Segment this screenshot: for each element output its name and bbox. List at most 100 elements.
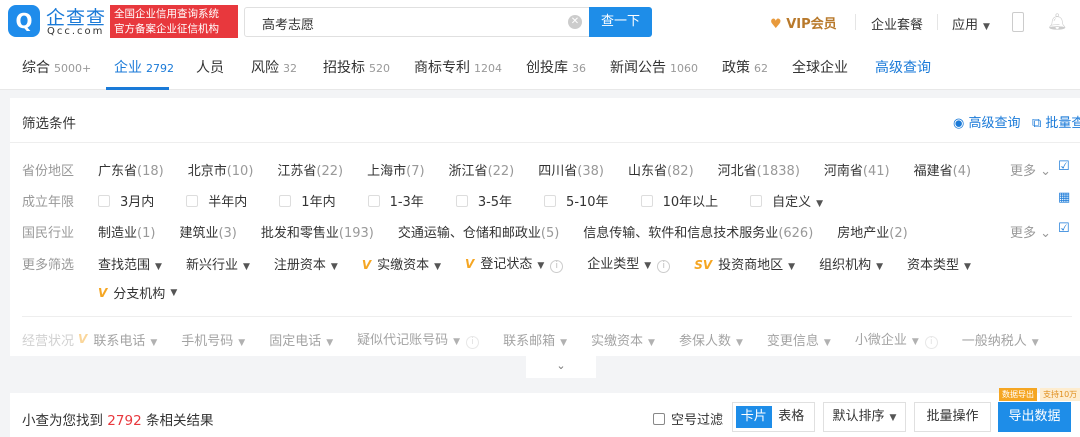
multi-select-icon[interactable]: ☑ bbox=[1058, 221, 1070, 236]
filter-dropdown[interactable]: 资本类型 ▼ bbox=[907, 254, 971, 273]
tab-1[interactable]: 综合 5000+ bbox=[22, 57, 91, 77]
option-name: 信息传输、软件和信息技术服务业 bbox=[583, 226, 779, 241]
advanced-query-link[interactable]: ◉ 高级查询 bbox=[953, 112, 1021, 131]
tab-8[interactable]: 新闻公告 1060 bbox=[610, 57, 698, 77]
filter-dropdown[interactable]: 变更信息 ▼ bbox=[767, 330, 831, 349]
filter-dropdown[interactable]: 参保人数 ▼ bbox=[679, 330, 743, 349]
filter-dropdown[interactable]: 企业类型 ▼ i bbox=[587, 253, 671, 273]
region-option[interactable]: 北京市(10) bbox=[188, 160, 254, 179]
sort-dropdown[interactable]: 默认排序 ▼ bbox=[823, 402, 906, 432]
checkbox[interactable] bbox=[367, 195, 380, 207]
industry-option[interactable]: 建筑业(3) bbox=[179, 222, 236, 241]
caret-down-icon: ▼ bbox=[560, 337, 567, 348]
clear-icon[interactable]: ✕ bbox=[568, 15, 582, 29]
calendar-icon[interactable]: ▦ bbox=[1058, 190, 1070, 205]
industry-option[interactable]: 制造业(1) bbox=[98, 222, 155, 241]
filter-name: 查找范围 bbox=[98, 257, 151, 273]
region-option[interactable]: 浙江省(22) bbox=[449, 160, 515, 179]
apps-menu[interactable]: 应用 ▼ bbox=[952, 14, 990, 33]
bell-icon[interactable]: 🔔︎ bbox=[1047, 12, 1067, 31]
tab-6[interactable]: 商标专利 1204 bbox=[414, 57, 502, 77]
caret-down-icon: ▼ bbox=[434, 261, 442, 272]
checkbox[interactable] bbox=[750, 195, 763, 207]
age-option[interactable]: 5-10年 bbox=[544, 191, 609, 210]
tab-7[interactable]: 创投库 36 bbox=[526, 57, 586, 77]
vip-link[interactable]: ♥ VIP会员 bbox=[770, 13, 837, 32]
industry-option[interactable]: 批发和零售业(193) bbox=[261, 222, 374, 241]
checkbox[interactable] bbox=[98, 195, 110, 207]
region-option[interactable]: 广东省(18) bbox=[98, 160, 164, 179]
filter-dropdown[interactable]: 手机号码 ▼ bbox=[181, 330, 245, 349]
tab-9[interactable]: 政策 62 bbox=[722, 57, 768, 77]
region-row: 省份地区 广东省(18) 北京市(10) 江苏省(22) 上海市(7) 浙江省(22) 四川… bbox=[22, 160, 971, 179]
info-icon[interactable]: i bbox=[657, 260, 671, 273]
expand-filters-button[interactable]: ⌄ bbox=[526, 356, 596, 378]
age-option[interactable]: 1-3年 bbox=[367, 191, 424, 210]
qcc-logo-icon[interactable]: Q bbox=[8, 5, 40, 37]
batch-operation-button[interactable]: 批量操作 bbox=[914, 402, 991, 432]
export-data-button[interactable]: 导出数据 bbox=[998, 402, 1071, 432]
tab-2[interactable]: 企业 2792 bbox=[114, 57, 174, 77]
filter-dropdown[interactable]: 疑似代记账号码 ▼ i bbox=[357, 329, 480, 349]
age-option[interactable]: 半年内 bbox=[186, 191, 247, 210]
table-view-button[interactable]: 表格 bbox=[772, 406, 811, 428]
region-option[interactable]: 上海市(7) bbox=[367, 160, 424, 179]
checkbox[interactable] bbox=[544, 195, 557, 207]
checkbox[interactable] bbox=[640, 195, 653, 207]
multi-select-icon[interactable]: ☑ bbox=[1058, 159, 1070, 174]
filter-dropdown[interactable]: 实缴资本 ▼ bbox=[591, 330, 655, 349]
search-button[interactable]: 查一下 bbox=[589, 7, 652, 37]
filter-dropdown[interactable]: 小微企业 ▼ i bbox=[855, 329, 938, 349]
age-option[interactable]: 1年内 bbox=[279, 191, 336, 210]
caret-down-icon: ▼ bbox=[330, 261, 338, 272]
batch-query-link[interactable]: ⧉ 批量查 bbox=[1032, 112, 1080, 131]
tab-4[interactable]: 风险 32 bbox=[251, 57, 297, 77]
region-option[interactable]: 四川省(38) bbox=[538, 160, 604, 179]
tab-5[interactable]: 招投标 520 bbox=[323, 57, 390, 77]
industry-option[interactable]: 信息传输、软件和信息技术服务业(626) bbox=[583, 222, 813, 241]
card-view-button[interactable]: 卡片 bbox=[736, 406, 772, 428]
tab-count: 36 bbox=[572, 62, 586, 75]
filter-dropdown[interactable]: 注册资本 ▼ bbox=[274, 254, 338, 273]
mobile-icon[interactable] bbox=[1012, 12, 1024, 32]
checkbox[interactable] bbox=[279, 195, 292, 207]
tab-10[interactable]: 全球企业 bbox=[792, 57, 848, 77]
region-more-button[interactable]: 更多 ⌄ bbox=[1010, 160, 1051, 179]
age-option[interactable]: 3月内 bbox=[98, 191, 154, 210]
empty-number-filter[interactable]: 空号过滤 bbox=[653, 409, 723, 428]
custom-age-option[interactable]: 自定义 ▼ bbox=[750, 191, 823, 210]
checkbox[interactable] bbox=[653, 413, 665, 425]
region-option[interactable]: 河北省(1838) bbox=[718, 160, 800, 179]
region-option[interactable]: 江苏省(22) bbox=[277, 160, 343, 179]
industry-option[interactable]: 房地产业(2) bbox=[837, 222, 907, 241]
info-icon[interactable]: i bbox=[550, 260, 564, 273]
region-option[interactable]: 福建省(4) bbox=[914, 160, 971, 179]
industry-more-button[interactable]: 更多 ⌄ bbox=[1010, 222, 1051, 241]
filter-dropdown[interactable]: 联系电话 ▼ bbox=[93, 330, 157, 349]
info-icon[interactable]: i bbox=[924, 336, 938, 349]
filter-dropdown[interactable]: SV 投资商地区 ▼ bbox=[694, 254, 795, 273]
filter-dropdown[interactable]: V 实缴资本 ▼ bbox=[362, 254, 441, 273]
search-input[interactable]: 高考志愿 bbox=[244, 7, 590, 37]
filter-dropdown[interactable]: V 登记状态 ▼ i bbox=[465, 253, 564, 273]
age-option[interactable]: 10年以上 bbox=[640, 191, 718, 210]
caret-down-icon: ▼ bbox=[150, 337, 158, 348]
filter-dropdown[interactable]: 联系邮箱 ▼ bbox=[503, 330, 567, 349]
filter-dropdown[interactable]: 一般纳税人 ▼ bbox=[962, 330, 1039, 349]
branch-filter[interactable]: V 分支机构 ▼ bbox=[98, 283, 177, 303]
tab-11[interactable]: 高级查询 bbox=[875, 57, 931, 77]
industry-row: 国民行业 制造业(1) 建筑业(3) 批发和零售业(193) 交通运输、仓储和邮政业(5… bbox=[22, 222, 908, 241]
industry-option[interactable]: 交通运输、仓储和邮政业(5) bbox=[398, 222, 559, 241]
region-option[interactable]: 山东省(82) bbox=[628, 160, 694, 179]
checkbox[interactable] bbox=[186, 195, 199, 207]
filter-dropdown[interactable]: 新兴行业 ▼ bbox=[186, 254, 250, 273]
tab-3[interactable]: 人员 bbox=[196, 57, 224, 77]
filter-dropdown[interactable]: 查找范围 ▼ bbox=[98, 254, 162, 273]
info-icon[interactable]: i bbox=[466, 336, 480, 349]
checkbox[interactable] bbox=[455, 195, 468, 207]
package-link[interactable]: 企业套餐 bbox=[871, 14, 923, 33]
filter-dropdown[interactable]: 组织机构 ▼ bbox=[819, 254, 883, 273]
age-option[interactable]: 3-5年 bbox=[455, 191, 512, 210]
region-option[interactable]: 河南省(41) bbox=[824, 160, 890, 179]
filter-dropdown[interactable]: 固定电话 ▼ bbox=[269, 330, 333, 349]
